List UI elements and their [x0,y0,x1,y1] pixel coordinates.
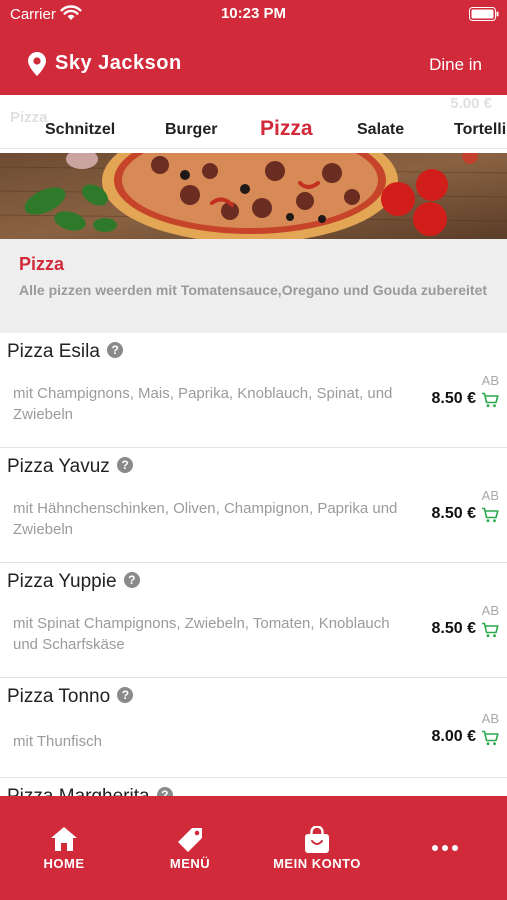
item-description: mit Hähnchenschinken, Oliven, Champignon… [13,500,398,538]
menu-item[interactable]: Pizza Tonno ? mit Thunfisch AB 8.00 € [0,678,507,778]
item-price: 8.00 € [431,728,476,745]
menu-item[interactable]: Pizza Esila ? mit Champignons, Mais, Pap… [0,333,507,448]
item-name: Pizza Yuppie ? [7,571,140,593]
status-time: 10:23 PM [220,5,287,22]
ghost-price-label: 5.00 € [450,95,492,112]
nav-account-label: MEIN KONTO [273,856,361,871]
item-description: mit Thunfisch [13,733,102,750]
category-banner-image [0,153,507,239]
item-price: 8.50 € [431,505,476,522]
info-icon[interactable]: ? [117,457,134,473]
tag-icon [178,828,202,852]
price-prefix-label: AB [481,488,499,503]
pizza-illustration [0,153,507,239]
add-to-cart-icon[interactable] [481,507,499,523]
category-description: Alle pizzen weerden mit Tomatensauce,Ore… [19,282,488,298]
tab-tortelli[interactable]: Tortelli [454,121,506,139]
nav-home-label: HOME [43,856,85,871]
menu-item[interactable]: Pizza Yavuz ? mit Hähnchenschinken, Oliv… [0,448,507,563]
dine-mode-button[interactable]: Dine in [429,55,482,75]
item-name: Pizza Esila ? [7,341,124,363]
tab-salate[interactable]: Salate [357,121,404,139]
item-name: Pizza Tonno ? [7,686,134,708]
battery-icon [469,7,499,21]
tab-pizza[interactable]: Pizza [260,117,313,141]
more-icon [432,845,458,851]
nav-menu[interactable]: MENÜ [145,796,235,900]
app-header: Carrier 10:23 PM Sky Jackson Dine in [0,0,507,95]
menu-item[interactable]: Pizza Yuppie ? mit Spinat Champignons, Z… [0,563,507,678]
location-name[interactable]: Sky Jackson [55,52,182,75]
info-icon[interactable]: ? [107,342,124,358]
item-description: mit Champignons, Mais, Paprika, Knoblauc… [13,385,393,423]
status-bar: Carrier 10:23 PM [0,0,507,30]
bottom-navigation: HOME MENÜ MEIN KONTO [0,796,507,900]
info-icon[interactable]: ? [123,572,140,588]
nav-more[interactable] [415,796,475,900]
add-to-cart-icon[interactable] [481,392,499,408]
tab-burger[interactable]: Burger [165,121,217,139]
category-info: Pizza Alle pizzen weerden mit Tomatensau… [0,239,507,333]
info-icon[interactable]: ? [117,687,134,703]
add-to-cart-icon[interactable] [481,622,499,638]
nav-account[interactable]: MEIN KONTO [262,796,372,900]
price-prefix-label: AB [481,373,499,388]
nav-menu-label: MENÜ [169,856,211,871]
bag-icon [305,826,329,853]
category-tabs: Pizza 5.00 € Schnitzel Burger Pizza Sala… [0,95,507,149]
add-to-cart-icon[interactable] [481,730,499,746]
location-pin-icon[interactable] [28,52,46,76]
home-icon [51,827,77,851]
ghost-category-label: Pizza [10,109,48,126]
price-prefix-label: AB [481,711,499,726]
item-name: Pizza Yavuz ? [7,456,134,478]
tab-schnitzel[interactable]: Schnitzel [45,121,115,139]
nav-home[interactable]: HOME [19,796,109,900]
price-prefix-label: AB [481,603,499,618]
category-title: Pizza [19,254,65,274]
item-price: 8.50 € [431,620,476,637]
item-price: 8.50 € [431,390,476,407]
item-description: mit Spinat Champignons, Zwiebeln, Tomate… [13,615,390,653]
